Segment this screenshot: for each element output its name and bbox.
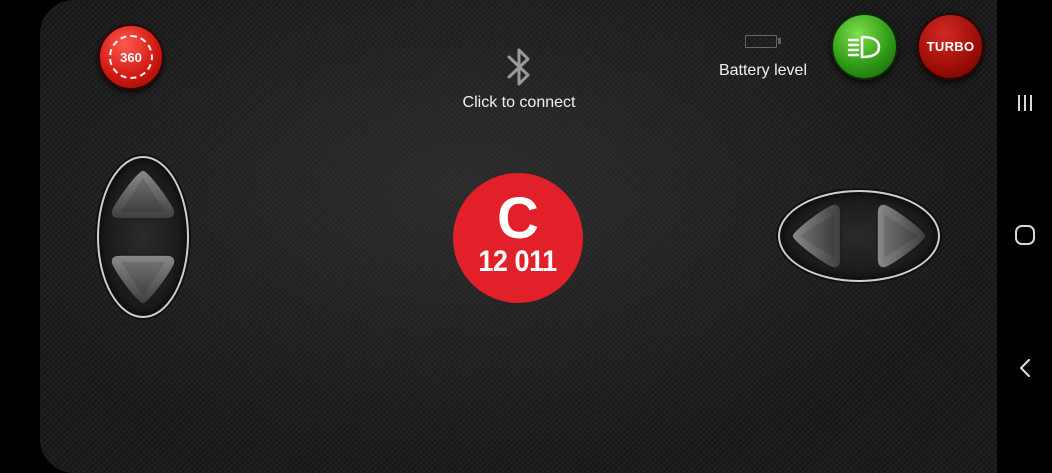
home-icon [1014, 225, 1035, 245]
battery-level-label: Battery level [718, 62, 808, 79]
battery-empty-icon [745, 34, 781, 48]
rotate-360-icon: 360 [109, 35, 153, 79]
car-number-badge: C 12 011 [453, 173, 583, 303]
back-icon [1019, 358, 1030, 378]
turbo-label: TURBO [926, 39, 975, 54]
throttle-down-button[interactable] [105, 252, 181, 308]
headlight-icon [847, 35, 880, 58]
badge-number: 12 011 [478, 245, 558, 278]
rotate-360-label: 360 [120, 49, 142, 65]
badge-letter: C [497, 186, 539, 251]
headlight-button[interactable] [831, 13, 898, 80]
system-nav-bar [997, 0, 1052, 473]
battery-indicator: Battery level [709, 34, 817, 88]
home-button[interactable] [997, 213, 1052, 257]
steer-right-button[interactable] [874, 198, 930, 274]
rc-controller-app: 360 Click to connect Battery level TURBO… [40, 0, 997, 473]
rotate-360-button[interactable]: 360 [98, 24, 164, 90]
device-screen: 360 Click to connect Battery level TURBO… [0, 0, 1052, 473]
steering-pad [778, 190, 940, 282]
back-button[interactable] [997, 346, 1052, 390]
recents-button[interactable] [997, 81, 1052, 125]
throttle-up-button[interactable] [105, 166, 181, 222]
recents-icon [1017, 95, 1032, 111]
bluetooth-icon [507, 48, 530, 86]
bluetooth-connect-label: Click to connect [462, 94, 576, 111]
steer-left-button[interactable] [788, 198, 844, 274]
turbo-button[interactable]: TURBO [917, 13, 984, 80]
bluetooth-connect-button[interactable]: Click to connect [450, 44, 588, 118]
throttle-pad [97, 156, 189, 318]
